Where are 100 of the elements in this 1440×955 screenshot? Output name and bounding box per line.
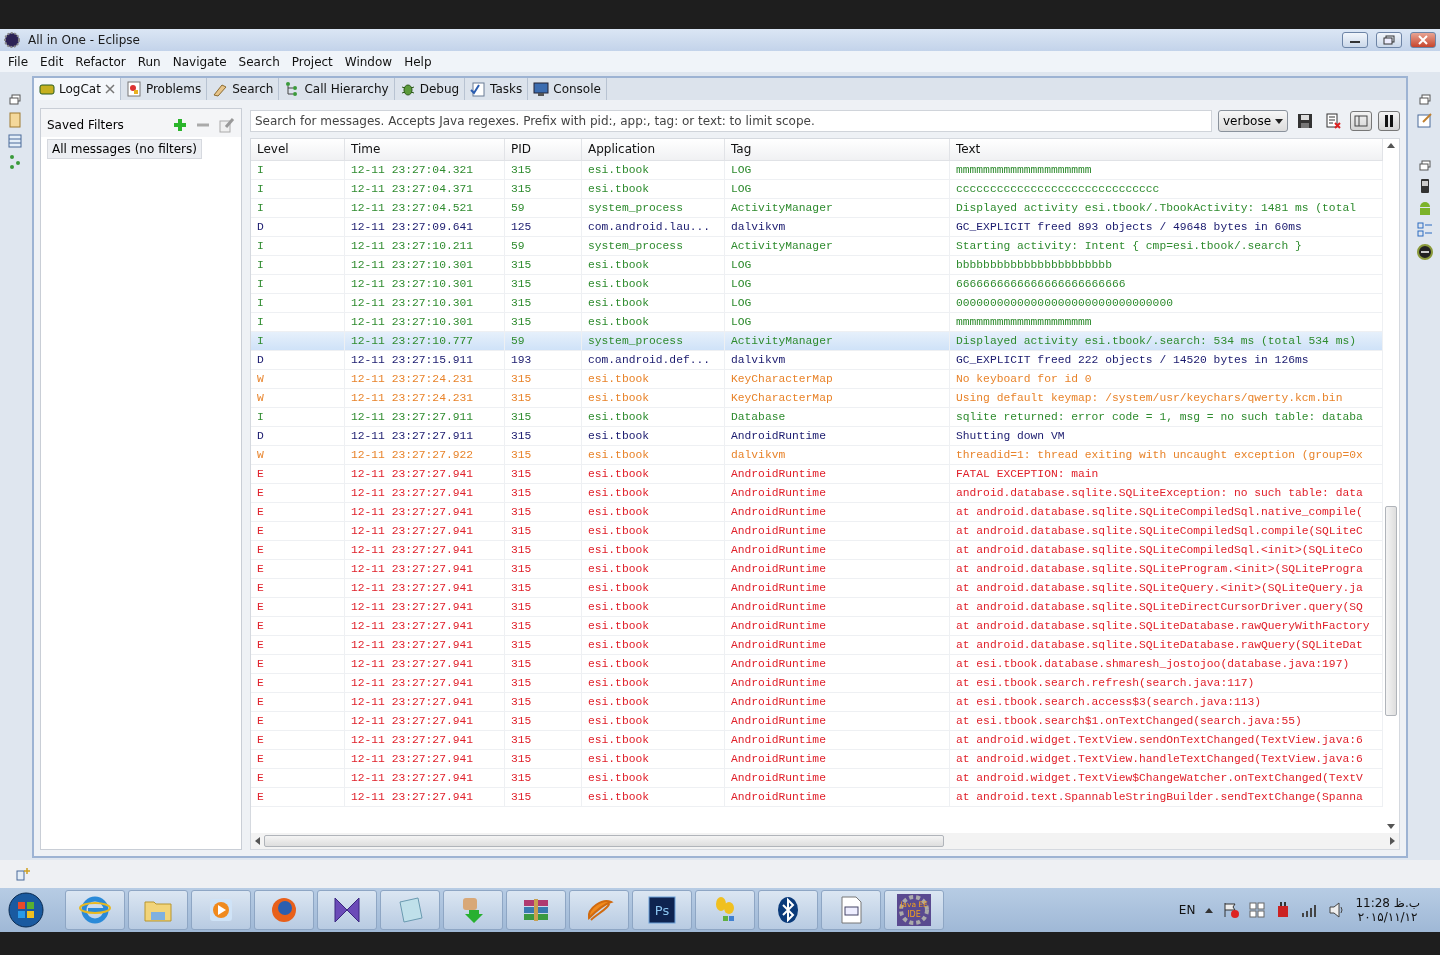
table-cell: I	[251, 237, 345, 255]
log-row[interactable]: E 12-11 23:27:27.941 315 esi.tbook AndroidRuntime at android.database.sqlite.SQLiteProgram.<init>(SQLiteProgra	[251, 560, 1383, 579]
table-cell: E	[251, 522, 345, 540]
table-cell: 6666666666666666666666666	[950, 275, 1383, 293]
table-cell: D	[251, 218, 345, 236]
log-row[interactable]: I 12-11 23:27:04.521 59 system_process ActivityManager Displayed activity esi.tbook/.TbookActivity: 1481 ms (total	[251, 199, 1383, 218]
view-tab[interactable]: Problems	[120, 78, 208, 100]
log-row[interactable]: E 12-11 23:27:27.941 315 esi.tbook AndroidRuntime at esi.tbook.search.refresh(search.java:117)	[251, 674, 1383, 693]
table-cell: at android.text.SpannableStringBuilder.sendTextChange(Spanna	[950, 788, 1383, 806]
log-row[interactable]: I 12-11 23:27:10.301 315 esi.tbook LOG 6666666666666666666666666	[251, 275, 1383, 294]
column-header[interactable]: Text	[950, 139, 1383, 160]
table-cell: 315	[505, 370, 582, 388]
restore-icon	[9, 94, 21, 106]
log-row[interactable]: D 12-11 23:27:09.641 125 com.android.lau... dalvikvm GC_EXPLICIT freed 893 objects / 49648 bytes in 60ms	[251, 218, 1383, 237]
column-header[interactable]: Time	[345, 139, 505, 160]
column-header[interactable]: Level	[251, 139, 345, 160]
scrollbar-thumb[interactable]	[264, 835, 944, 847]
language-indicator[interactable]: EN	[1178, 903, 1196, 917]
log-row[interactable]: E 12-11 23:27:27.941 315 esi.tbook AndroidRuntime at android.widget.TextView$ChangeWatcher.onTextChanged(TextV	[251, 769, 1383, 788]
log-row[interactable]: E 12-11 23:27:27.941 315 esi.tbook AndroidRuntime at android.database.sqlite.SQLiteCompiledSql.compile(SQLiteC	[251, 522, 1383, 541]
log-row[interactable]: E 12-11 23:27:27.941 315 esi.tbook AndroidRuntime at esi.tbook.search.access$3(search.java:113)	[251, 693, 1383, 712]
flag-icon	[1223, 902, 1240, 918]
horizontal-scrollbar[interactable]	[251, 833, 1399, 849]
menu-item[interactable]: Navigate	[166, 54, 233, 69]
view-tab[interactable]: Call Hierarchy	[279, 78, 395, 100]
log-row[interactable]: E 12-11 23:27:27.941 315 esi.tbook AndroidRuntime at esi.tbook.database.shmaresh_jostojoo(database.java:197)	[251, 655, 1383, 674]
log-row[interactable]: E 12-11 23:27:27.941 315 esi.tbook AndroidRuntime at android.database.sqlite.SQLiteDirectCursorDriver.query(SQ	[251, 598, 1383, 617]
table-cell: D	[251, 351, 345, 369]
table-cell: AndroidRuntime	[725, 769, 950, 787]
level-dropdown[interactable]: verbose	[1218, 110, 1288, 132]
table-cell: 12-11 23:27:27.922	[345, 446, 505, 464]
log-row[interactable]: I 12-11 23:27:10.777 59 system_process ActivityManager Displayed activity esi.tbook/.search: 534 ms (total 534 ms)	[251, 332, 1383, 351]
taskbar-app[interactable]	[254, 890, 314, 930]
scrollbar-thumb[interactable]	[1385, 506, 1397, 716]
table-cell: I	[251, 180, 345, 198]
restore-button[interactable]	[1376, 32, 1402, 48]
menu-item[interactable]: Edit	[34, 54, 70, 69]
log-row[interactable]: E 12-11 23:27:27.941 315 esi.tbook AndroidRuntime at android.database.sqlite.SQLiteDatabase.rawQueryWithFactory	[251, 617, 1383, 636]
log-row[interactable]: E 12-11 23:27:27.941 315 esi.tbook AndroidRuntime at android.text.SpannableStringBuilder.sendTextChange(Spanna	[251, 788, 1383, 807]
log-row[interactable]: I 12-11 23:27:10.211 59 system_process ActivityManager Starting activity: Intent { cmp=esi.tbook/.search }	[251, 237, 1383, 256]
log-row[interactable]: E 12-11 23:27:27.941 315 esi.tbook AndroidRuntime android.database.sqlite.SQLiteException: no such table: data	[251, 484, 1383, 503]
log-row[interactable]: E 12-11 23:27:27.941 315 esi.tbook AndroidRuntime at android.widget.TextView.handleTextChanged(TextView.java:6	[251, 750, 1383, 769]
log-row[interactable]: E 12-11 23:27:27.941 315 esi.tbook AndroidRuntime at android.widget.TextView.sendOnTextChanged(TextView.java:6	[251, 731, 1383, 750]
log-row[interactable]: E 12-11 23:27:27.941 315 esi.tbook AndroidRuntime at esi.tbook.search$1.onTextChanged(search.java:55)	[251, 712, 1383, 731]
table-cell: E	[251, 750, 345, 768]
menu-item[interactable]: Project	[285, 54, 339, 69]
log-row[interactable]: E 12-11 23:27:27.941 315 esi.tbook AndroidRuntime at android.database.sqlite.SQLiteDatabase.rawQuery(SQLiteDat	[251, 636, 1383, 655]
search-field[interactable]: Search for messages. Accepts Java regexes. Prefix with pid:, app:, tag: or text: to limit scope.	[250, 110, 1212, 132]
table-cell: LOG	[725, 256, 950, 274]
log-row[interactable]: I 12-11 23:27:10.301 315 esi.tbook LOG mmmmmmmmmmmmmmmmmmmm	[251, 313, 1383, 332]
log-row[interactable]: I 12-11 23:27:04.321 315 esi.tbook LOG mmmmmmmmmmmmmmmmmmmm	[251, 161, 1383, 180]
taskbar-app[interactable]	[758, 890, 818, 930]
log-row[interactable]: E 12-11 23:27:27.941 315 esi.tbook AndroidRuntime at android.database.sqlite.SQLiteCompiledSql.<init>(SQLiteCo	[251, 541, 1383, 560]
close-button[interactable]	[1410, 32, 1436, 48]
view-tab[interactable]: Tasks	[465, 78, 529, 100]
minimize-button[interactable]	[1342, 32, 1368, 48]
view-tab[interactable]: Debug	[394, 78, 466, 100]
table-cell: 315	[505, 256, 582, 274]
log-row[interactable]: E 12-11 23:27:27.941 315 esi.tbook AndroidRuntime at android.database.sqlite.SQLiteCompiledSql.native_compile(	[251, 503, 1383, 522]
log-row[interactable]: W 12-11 23:27:27.922 315 esi.tbook dalvikvm threadid=1: thread exiting with uncaught exception (group=0x	[251, 446, 1383, 465]
pause-button[interactable]	[1378, 111, 1400, 131]
device-icon	[1417, 244, 1433, 260]
menu-item[interactable]: Run	[131, 54, 167, 69]
log-row[interactable]: E 12-11 23:27:27.941 315 esi.tbook AndroidRuntime FATAL EXCEPTION: main	[251, 465, 1383, 484]
column-header[interactable]: Application	[582, 139, 725, 160]
log-row[interactable]: I 12-11 23:27:04.371 315 esi.tbook LOG cccccccccccccccccccccccccccccc	[251, 180, 1383, 199]
view-tab[interactable]: LogCat	[34, 78, 121, 100]
arrow-right-icon	[1390, 837, 1395, 845]
table-cell: AndroidRuntime	[725, 484, 950, 502]
taskbar-app[interactable]: Ps	[632, 890, 692, 930]
filter-item[interactable]: All messages (no filters)	[47, 139, 202, 159]
table-cell: 315	[505, 389, 582, 407]
table-cell: AndroidRuntime	[725, 541, 950, 559]
menu-item[interactable]: Refactor	[69, 54, 132, 69]
photoshop-icon: Ps	[646, 894, 678, 926]
menu-item[interactable]: Help	[398, 54, 438, 69]
log-row[interactable]: D 12-11 23:27:15.911 193 com.android.def... dalvikvm GC_EXPLICIT freed 222 objects / 14520 bytes in 126ms	[251, 351, 1383, 370]
table-cell: E	[251, 674, 345, 692]
view-tab[interactable]: Console	[528, 78, 607, 100]
table-cell: Shutting down VM	[950, 427, 1383, 445]
table-cell: esi.tbook	[582, 465, 725, 483]
column-header[interactable]: PID	[505, 139, 582, 160]
toggle-panel-button[interactable]	[1350, 111, 1372, 131]
menu-item[interactable]: Window	[338, 54, 399, 69]
restore-icon	[1383, 35, 1395, 45]
log-row[interactable]: D 12-11 23:27:27.911 315 esi.tbook AndroidRuntime Shutting down VM	[251, 427, 1383, 446]
table-cell: 315	[505, 693, 582, 711]
table-cell: 315	[505, 731, 582, 749]
log-row[interactable]: W 12-11 23:27:24.231 315 esi.tbook KeyCharacterMap No keyboard for id 0	[251, 370, 1383, 389]
arrow-down-icon	[1387, 824, 1395, 829]
log-row[interactable]: I 12-11 23:27:27.911 315 esi.tbook Database sqlite returned: error code = 1, msg = no such table: databa	[251, 408, 1383, 427]
log-row[interactable]: I 12-11 23:27:10.301 315 esi.tbook LOG 00000000000000000000000000000000	[251, 294, 1383, 313]
view-tab[interactable]: Search	[207, 78, 280, 100]
log-row[interactable]: I 12-11 23:27:10.301 315 esi.tbook LOG bbbbbbbbbbbbbbbbbbbbbbb	[251, 256, 1383, 275]
taskbar-app[interactable]	[317, 890, 377, 930]
menu-item[interactable]: File	[2, 54, 35, 69]
menu-item[interactable]: Search	[232, 54, 286, 69]
column-header[interactable]: Tag	[725, 139, 950, 160]
log-row[interactable]: E 12-11 23:27:27.941 315 esi.tbook AndroidRuntime at android.database.sqlite.SQLiteQuery.<init>(SQLiteQuery.ja	[251, 579, 1383, 598]
log-row[interactable]: W 12-11 23:27:24.231 315 esi.tbook KeyCharacterMap Using default keymap: /system/usr/keychars/qwerty.kcm.bin	[251, 389, 1383, 408]
